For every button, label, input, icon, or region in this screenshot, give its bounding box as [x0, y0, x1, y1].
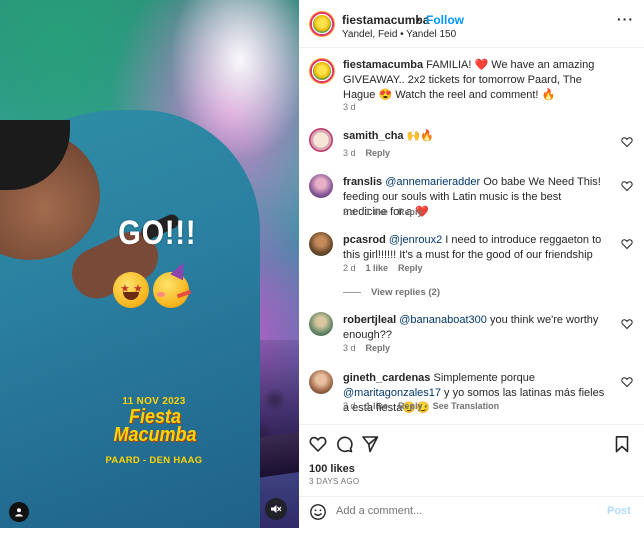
follow-button[interactable]: Follow [426, 13, 464, 27]
heart-icon[interactable] [621, 180, 633, 192]
heart-icon[interactable] [309, 435, 327, 453]
emoji-icon[interactable] [309, 503, 327, 521]
comment-icon[interactable] [335, 435, 353, 453]
reply-button[interactable]: Reply [398, 263, 423, 273]
comment-input[interactable] [336, 505, 596, 517]
heart-icon[interactable] [621, 136, 633, 148]
commenter-username[interactable]: pcasrod [343, 234, 386, 246]
post-panel: fiestamacumba • Follow Yandel, Feid • Ya… [299, 0, 644, 528]
heart-icon[interactable] [621, 318, 633, 330]
caption-text: fiestamacumba FAMILIA! ❤️ We have an ama… [343, 58, 605, 103]
comment-mention[interactable]: @annemarieradder [385, 176, 480, 188]
commenter-avatar[interactable] [309, 174, 333, 198]
star-struck-face-icon: ★ ★ [113, 272, 149, 308]
performer-cap [0, 120, 70, 190]
comment-mention[interactable]: @bananaboat300 [399, 314, 487, 326]
comment-text: robertjleal @bananaboat300 you think we'… [343, 313, 605, 343]
comment-mention[interactable]: @maritagonzales17 [343, 387, 441, 399]
comment-likes[interactable]: 1 like [366, 263, 389, 273]
comment-text: samith_cha 🙌🔥 [343, 129, 605, 144]
commenter-avatar[interactable] [309, 370, 333, 394]
post-date: 3 DAYS AGO [309, 477, 360, 486]
mute-button[interactable] [265, 498, 287, 520]
event-venue: PAARD - DEN HAAG [105, 455, 203, 466]
post-button[interactable]: Post [607, 505, 631, 517]
user-tag-icon [15, 508, 23, 517]
reply-button[interactable]: Reply [366, 148, 391, 158]
post-actions: 100 likes 3 DAYS AGO Post [299, 424, 644, 528]
reel-media[interactable]: GO!!! ★ ★ 11 NOV 2023 Fiesta Macumba PAAR… [0, 0, 299, 528]
author-avatar[interactable] [309, 11, 335, 37]
header-separator: • [416, 13, 421, 27]
caption-time[interactable]: 3 d [343, 102, 356, 112]
commenter-username[interactable]: franslis [343, 176, 382, 188]
comment-time[interactable]: 2 d [343, 207, 356, 217]
comment-likes[interactable]: 1 like [366, 401, 389, 411]
add-comment-bar: Post [299, 496, 644, 529]
comment-body-pre: Simplemente porque [433, 372, 535, 384]
comment-meta: 3 d Reply [343, 343, 390, 353]
caption-avatar[interactable] [309, 58, 335, 84]
bookmark-icon[interactable] [613, 435, 631, 453]
event-logo-line2: Macumba [113, 424, 197, 446]
event-logo: Fiesta Macumba [106, 407, 205, 446]
caption-username[interactable]: fiestamacumba [343, 59, 423, 71]
comment-likes[interactable]: 1 like [366, 207, 389, 217]
commenter-avatar[interactable] [309, 312, 333, 336]
view-replies-button[interactable]: View replies (2) [343, 287, 440, 298]
view-replies-label: View replies (2) [371, 287, 440, 298]
reply-button[interactable]: Reply [366, 343, 391, 353]
heart-icon[interactable] [621, 238, 633, 250]
overlay-text: GO!!! [118, 214, 197, 252]
mute-icon [271, 505, 282, 513]
comment-meta: 2 d 1 like Reply [343, 263, 423, 273]
comment-mention[interactable]: @jenroux2 [389, 234, 442, 246]
reply-button[interactable]: Reply [398, 401, 423, 411]
heart-icon[interactable] [621, 376, 633, 388]
post-header: fiestamacumba • Follow Yandel, Feid • Ya… [299, 0, 644, 48]
performer-head [0, 120, 100, 260]
see-translation-button[interactable]: See Translation [433, 401, 500, 411]
more-icon[interactable]: ··· [617, 11, 634, 27]
comment-body: 🙌🔥 [406, 130, 434, 142]
commenter-avatar[interactable] [309, 232, 333, 256]
comment-time[interactable]: 3 d [343, 343, 356, 353]
commenter-avatar[interactable] [309, 128, 333, 152]
comment-time[interactable]: 3 d [343, 148, 356, 158]
audio-subtitle[interactable]: Yandel, Feid • Yandel 150 [342, 29, 456, 40]
comment-time[interactable]: 2 d [343, 263, 356, 273]
user-tag-button[interactable] [9, 502, 29, 522]
comment-time[interactable]: 3 d [343, 401, 356, 411]
partying-face-icon [153, 259, 192, 308]
comment-meta: 3 d Reply [343, 148, 390, 158]
commenter-username[interactable]: samith_cha [343, 130, 404, 142]
comment-text: pcasrod @jenroux2 I need to introduce re… [343, 233, 605, 263]
replies-divider [343, 292, 361, 293]
likes-count[interactable]: 100 likes [309, 463, 355, 475]
commenter-username[interactable]: gineth_cardenas [343, 372, 430, 384]
commenter-username[interactable]: robertjleal [343, 314, 396, 326]
share-icon[interactable] [361, 435, 379, 453]
comment-meta: 2 d 1 like Reply [343, 207, 423, 217]
comment-meta: 3 d 1 like Reply See Translation [343, 401, 499, 411]
reply-button[interactable]: Reply [398, 207, 423, 217]
overlay-emojis: ★ ★ [113, 259, 193, 308]
